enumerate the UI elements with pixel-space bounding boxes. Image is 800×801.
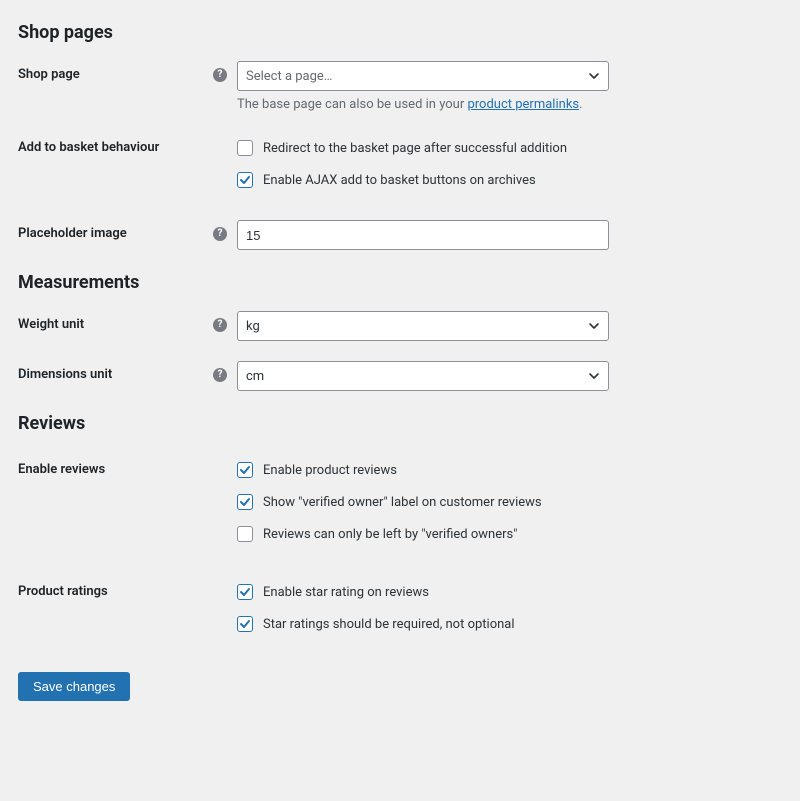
verified-label-checkbox[interactable] <box>237 494 253 510</box>
product-ratings-label: Product ratings <box>18 584 233 599</box>
section-shop-pages: Shop pages <box>18 22 782 43</box>
dimensions-unit-select[interactable]: cm <box>237 361 609 391</box>
ajax-checkbox[interactable] <box>237 172 253 188</box>
help-icon[interactable]: ? <box>213 68 227 82</box>
save-changes-button[interactable]: Save changes <box>18 672 130 701</box>
help-icon[interactable]: ? <box>213 368 227 382</box>
weight-unit-select-value: kg <box>246 319 260 334</box>
add-to-basket-label: Add to basket behaviour <box>18 140 233 155</box>
section-reviews: Reviews <box>18 413 782 434</box>
verified-only-checkbox[interactable] <box>237 526 253 542</box>
verified-label-checkbox-label: Show "verified owner" label on customer … <box>263 495 542 510</box>
chevron-down-icon <box>588 370 600 382</box>
product-permalinks-link[interactable]: product permalinks <box>467 97 579 112</box>
redirect-checkbox[interactable] <box>237 140 253 156</box>
dimensions-unit-select-value: cm <box>246 369 264 384</box>
star-rating-checkbox-label: Enable star rating on reviews <box>263 585 429 600</box>
section-measurements: Measurements <box>18 272 782 293</box>
help-icon[interactable]: ? <box>213 318 227 332</box>
ajax-checkbox-label: Enable AJAX add to basket buttons on arc… <box>263 173 536 188</box>
placeholder-image-input[interactable] <box>237 220 609 250</box>
chevron-down-icon <box>588 70 600 82</box>
weight-unit-label: Weight unit <box>18 317 213 332</box>
chevron-down-icon <box>588 320 600 332</box>
star-required-checkbox-label: Star ratings should be required, not opt… <box>263 617 515 632</box>
enable-reviews-label: Enable reviews <box>18 462 233 477</box>
star-rating-checkbox[interactable] <box>237 584 253 600</box>
redirect-checkbox-label: Redirect to the basket page after succes… <box>263 141 567 156</box>
weight-unit-select[interactable]: kg <box>237 311 609 341</box>
shop-page-label: Shop page <box>18 67 213 82</box>
shop-page-note: The base page can also be used in your p… <box>237 97 782 112</box>
enable-product-reviews-checkbox[interactable] <box>237 462 253 478</box>
shop-page-select[interactable]: Select a page… <box>237 61 609 91</box>
enable-product-reviews-label: Enable product reviews <box>263 463 397 478</box>
verified-only-checkbox-label: Reviews can only be left by "verified ow… <box>263 527 517 542</box>
shop-page-select-value: Select a page… <box>246 69 333 84</box>
placeholder-image-label: Placeholder image <box>18 226 213 241</box>
help-icon[interactable]: ? <box>213 227 227 241</box>
star-required-checkbox[interactable] <box>237 616 253 632</box>
dimensions-unit-label: Dimensions unit <box>18 367 213 382</box>
